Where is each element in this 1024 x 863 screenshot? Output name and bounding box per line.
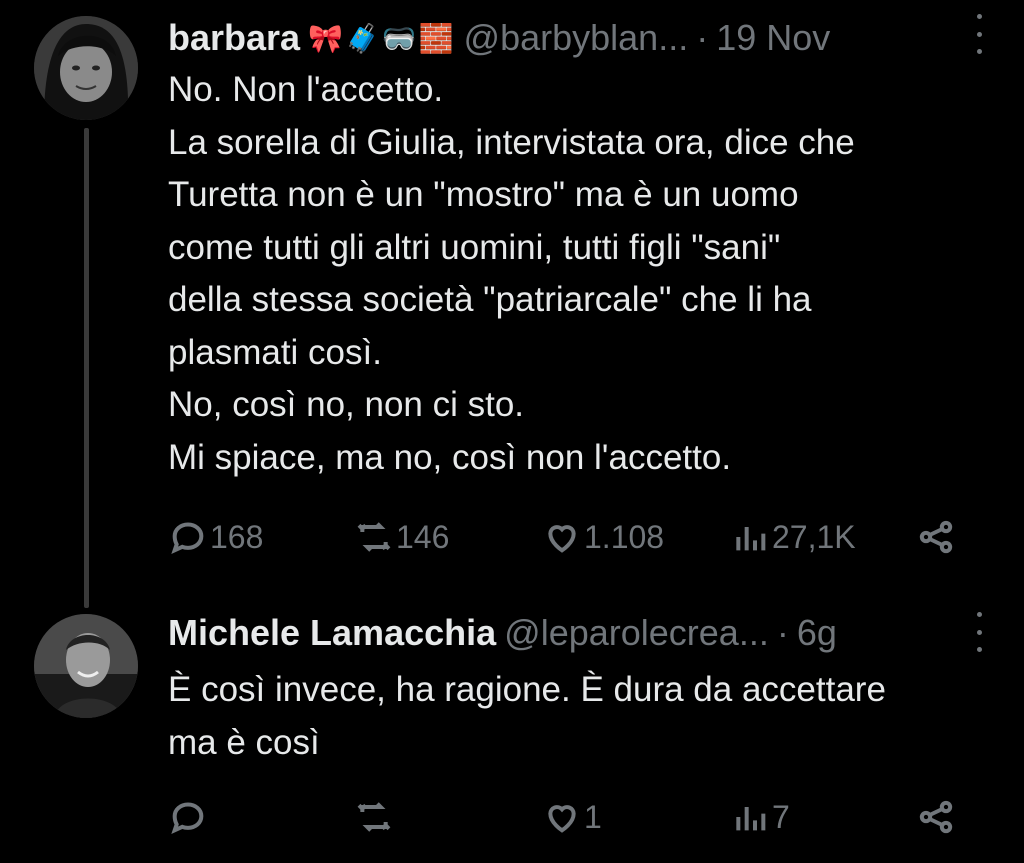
like-count: 1 xyxy=(584,798,602,835)
text-line: Mi spiace, ma no, così non l'accetto. xyxy=(168,437,732,477)
avatar[interactable] xyxy=(34,16,138,120)
heart-icon xyxy=(548,805,576,833)
share-button[interactable] xyxy=(916,792,956,842)
share-icon xyxy=(919,800,953,834)
tweet-text: È così invece, ha ragione. È dura da acc… xyxy=(168,664,988,769)
text-line: No. Non l'accetto. xyxy=(168,70,444,109)
reply-button[interactable]: 168 xyxy=(168,512,263,562)
like-count: 1.108 xyxy=(584,518,665,555)
more-options-icon[interactable] xyxy=(974,14,984,54)
separator-dot: · xyxy=(696,17,709,58)
reply-icon xyxy=(171,522,204,555)
text-line: della stessa società "patriarcale" che l… xyxy=(168,280,812,319)
tweet-actions: 168 146 1.108 27,1K xyxy=(168,512,968,562)
views-icon xyxy=(736,807,766,831)
share-button[interactable] xyxy=(916,512,956,562)
like-button[interactable]: 1 xyxy=(542,792,602,842)
views-icon xyxy=(736,527,766,551)
avatar[interactable] xyxy=(34,614,138,718)
tweet-text: No. Non l'accetto. La sorella di Giulia,… xyxy=(168,64,988,484)
tweet-barbara[interactable]: barbara 🎀🧳🥽🧱 @barbyblan... · 19 Nov No. … xyxy=(0,0,1024,608)
views-count: 7 xyxy=(772,798,790,835)
author-handle[interactable]: @leparolecrea... xyxy=(504,612,769,654)
author-emojis: 🎀🧳🥽🧱 xyxy=(308,22,456,54)
retweet-icon xyxy=(357,802,391,832)
author-handle[interactable]: @barbyblan... xyxy=(464,17,689,59)
text-line: No, così no, non ci sto. xyxy=(168,385,525,424)
reply-icon xyxy=(171,802,204,835)
share-icon xyxy=(919,520,953,554)
text-line: ma è così xyxy=(168,722,320,762)
separator-dot: · xyxy=(776,612,789,653)
more-options-icon[interactable] xyxy=(974,612,984,652)
text-line: È così invece, ha ragione. È dura da acc… xyxy=(168,670,886,709)
retweet-count: 146 xyxy=(396,518,450,555)
tweet-michele[interactable]: Michele Lamacchia @leparolecrea... · 6g … xyxy=(0,600,1024,863)
reply-count: 168 xyxy=(210,518,264,555)
author-name[interactable]: barbara xyxy=(168,17,300,59)
views-button[interactable]: 7 xyxy=(730,792,790,842)
text-line: La sorella di Giulia, intervistata ora, … xyxy=(168,122,855,162)
views-count: 27,1K xyxy=(772,518,856,555)
retweet-icon xyxy=(357,522,391,552)
retweet-button[interactable]: 146 xyxy=(354,512,449,562)
author-name[interactable]: Michele Lamacchia xyxy=(168,612,496,654)
tweet-header: Michele Lamacchia @leparolecrea... · 6g xyxy=(168,605,984,661)
timestamp[interactable]: 6g xyxy=(797,612,837,654)
views-button[interactable]: 27,1K xyxy=(730,512,856,562)
heart-icon xyxy=(548,525,576,553)
tweet-header: barbara 🎀🧳🥽🧱 @barbyblan... · 19 Nov xyxy=(168,10,984,66)
timestamp[interactable]: 19 Nov xyxy=(716,17,830,59)
tweet-actions: 1 7 xyxy=(168,792,968,842)
thread-line xyxy=(84,128,89,608)
text-line: Turetta non è un "mostro" ma è un uomo xyxy=(168,175,799,214)
like-button[interactable]: 1.108 xyxy=(542,512,664,562)
text-line: come tutti gli altri uomini, tutti figli… xyxy=(168,227,781,267)
retweet-button[interactable] xyxy=(354,792,396,842)
reply-button[interactable] xyxy=(168,792,210,842)
text-line: plasmati così. xyxy=(168,332,382,372)
